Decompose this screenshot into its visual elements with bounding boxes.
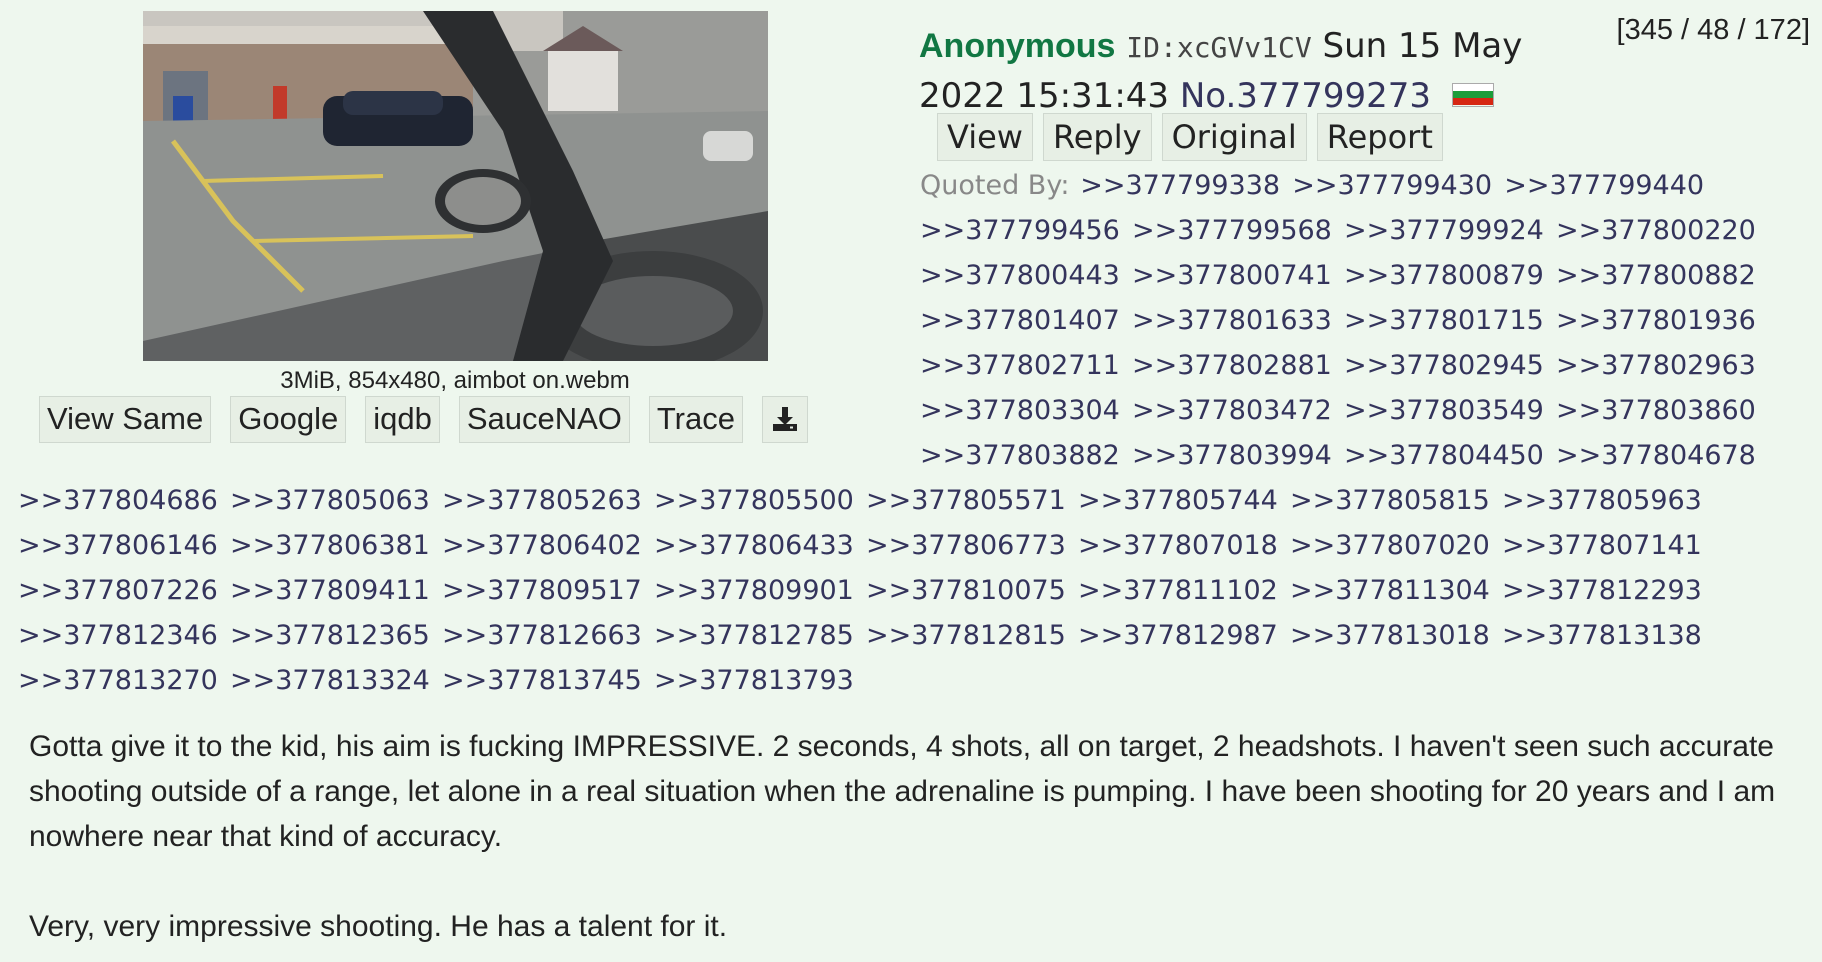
quote-link[interactable]: >>377800879 (1344, 260, 1544, 291)
quote-link[interactable]: >>377804450 (1344, 440, 1544, 471)
quoted-by-line: >>377806146 >>377806381 >>377806402 >>37780… (18, 523, 1808, 568)
quote-link[interactable]: >>377803472 (1132, 395, 1332, 426)
quote-link[interactable]: >>377812987 (1078, 620, 1278, 651)
quote-link[interactable]: >>377805263 (442, 485, 642, 516)
post-time: 2022 15:31:43 (919, 76, 1170, 116)
quoted-by-line: Quoted By: >>377799338 >>377799430 >>377799… (18, 163, 1808, 208)
quote-link[interactable]: >>377813270 (18, 665, 218, 696)
quote-link[interactable]: >>377809517 (442, 575, 642, 606)
quote-link[interactable]: >>377802881 (1132, 350, 1332, 381)
quoted-by-line: >>377807226 >>377809411 >>377809517 >>37780… (18, 568, 1808, 613)
quoted-by-line: >>377813270 >>377813324 >>377813745 >>37781… (18, 658, 1808, 703)
quote-link[interactable]: >>377806146 (18, 530, 218, 561)
quote-link[interactable]: >>377810075 (866, 575, 1066, 606)
quoted-by-line: >>377804686 >>377805063 >>377805263 >>37780… (18, 478, 1808, 523)
quote-link[interactable]: >>377812815 (866, 620, 1066, 651)
quote-link[interactable]: >>377799924 (1344, 215, 1544, 246)
quoted-by-line: >>377802711 >>377802881 >>377802945 >>37780… (18, 343, 1808, 388)
quoted-by-line: >>377801407 >>377801633 >>377801715 >>37780… (18, 298, 1808, 343)
quote-link[interactable]: >>377805063 (230, 485, 430, 516)
quote-link[interactable]: >>377799568 (1132, 215, 1332, 246)
post-paragraph: Gotta give it to the kid, his aim is fuc… (29, 730, 1776, 853)
post-header: Anonymous ID:xcGVv1CV Sun 15 May 2022 15… (919, 22, 1579, 120)
quote-link[interactable]: >>377803882 (920, 440, 1120, 471)
quote-link[interactable]: >>377813138 (1502, 620, 1702, 651)
quote-link[interactable]: >>377813018 (1290, 620, 1490, 651)
original-button[interactable]: Original (1161, 113, 1307, 161)
quote-link[interactable]: >>377806381 (230, 530, 430, 561)
post-date: Sun 15 May (1322, 26, 1523, 66)
quote-link[interactable]: >>377813324 (230, 665, 430, 696)
quote-link[interactable]: >>377803994 (1132, 440, 1332, 471)
quote-link[interactable]: >>377805500 (654, 485, 854, 516)
poster-id[interactable]: ID:xcGVv1CV (1126, 31, 1311, 64)
quote-link[interactable]: >>377807141 (1502, 530, 1702, 561)
quote-link[interactable]: >>377805815 (1290, 485, 1490, 516)
quote-link[interactable]: >>377801715 (1344, 305, 1544, 336)
quote-link[interactable]: >>377812346 (18, 620, 218, 651)
quote-link[interactable]: >>377807018 (1078, 530, 1278, 561)
quote-link[interactable]: >>377811102 (1078, 575, 1278, 606)
quoted-by-section: Quoted By: >>377799338 >>377799430 >>377799… (18, 163, 1808, 703)
flag-icon (1451, 82, 1494, 107)
post-paragraph: Very, very impressive shooting. He has a… (29, 910, 728, 943)
quote-link[interactable]: >>377802945 (1344, 350, 1544, 381)
view-button[interactable]: View (937, 113, 1033, 161)
thread-stats: [345 / 48 / 172] (1616, 14, 1810, 46)
quote-link[interactable]: >>377802711 (920, 350, 1120, 381)
quote-link[interactable]: >>377809411 (230, 575, 430, 606)
quote-link[interactable]: >>377801407 (920, 305, 1120, 336)
quote-link[interactable]: >>377813793 (654, 665, 854, 696)
quote-link[interactable]: >>377801936 (1556, 305, 1756, 336)
poster-name: Anonymous (919, 27, 1116, 65)
quote-link[interactable]: >>377812663 (442, 620, 642, 651)
quote-link[interactable]: >>377805963 (1502, 485, 1702, 516)
quote-link[interactable]: >>377799338 (1080, 170, 1280, 201)
quote-link[interactable]: >>377813745 (442, 665, 642, 696)
post-body: Gotta give it to the kid, his aim is fuc… (29, 724, 1799, 949)
quote-link[interactable]: >>377803860 (1556, 395, 1756, 426)
quote-link[interactable]: >>377809901 (654, 575, 854, 606)
quote-link[interactable]: >>377800220 (1556, 215, 1756, 246)
quote-link[interactable]: >>377806773 (866, 530, 1066, 561)
quoted-by-line: >>377803304 >>377803472 >>377803549 >>37780… (18, 388, 1808, 433)
reply-button[interactable]: Reply (1042, 113, 1152, 161)
quote-link[interactable]: >>377805571 (866, 485, 1066, 516)
quote-link[interactable]: >>377799430 (1292, 170, 1492, 201)
quote-link[interactable]: >>377806433 (654, 530, 854, 561)
quote-link[interactable]: >>377804686 (18, 485, 218, 516)
quote-link[interactable]: >>377799456 (920, 215, 1120, 246)
quote-link[interactable]: >>377807020 (1290, 530, 1490, 561)
quote-link[interactable]: >>377807226 (18, 575, 218, 606)
post-number[interactable]: No.377799273 (1180, 76, 1431, 116)
quoted-by-line: >>377812346 >>377812365 >>377812663 >>37781… (18, 613, 1808, 658)
quote-link[interactable]: >>377800443 (920, 260, 1120, 291)
quote-link[interactable]: >>377812293 (1502, 575, 1702, 606)
quote-link[interactable]: >>377801633 (1132, 305, 1332, 336)
quote-link[interactable]: >>377812365 (230, 620, 430, 651)
quote-link[interactable]: >>377803304 (920, 395, 1120, 426)
quote-link[interactable]: >>377803549 (1344, 395, 1544, 426)
post-actions: View Reply Original Report (937, 113, 1453, 161)
quote-link[interactable]: >>377804678 (1556, 440, 1756, 471)
quote-link[interactable]: >>377802963 (1556, 350, 1756, 381)
quote-link[interactable]: >>377812785 (654, 620, 854, 651)
quote-link[interactable]: >>377800882 (1556, 260, 1756, 291)
quoted-by-line: >>377803882 >>377803994 >>377804450 >>37780… (18, 433, 1808, 478)
quote-link[interactable]: >>377811304 (1290, 575, 1490, 606)
quote-link[interactable]: >>377800741 (1132, 260, 1332, 291)
report-button[interactable]: Report (1316, 113, 1443, 161)
quoted-by-line: >>377800443 >>377800741 >>377800879 >>37780… (18, 253, 1808, 298)
quote-link[interactable]: >>377806402 (442, 530, 642, 561)
quote-link[interactable]: >>377799440 (1504, 170, 1704, 201)
quoted-by-label: Quoted By: (920, 170, 1070, 201)
quoted-by-line: >>377799456 >>377799568 >>377799924 >>37780… (18, 208, 1808, 253)
quote-link[interactable]: >>377805744 (1078, 485, 1278, 516)
